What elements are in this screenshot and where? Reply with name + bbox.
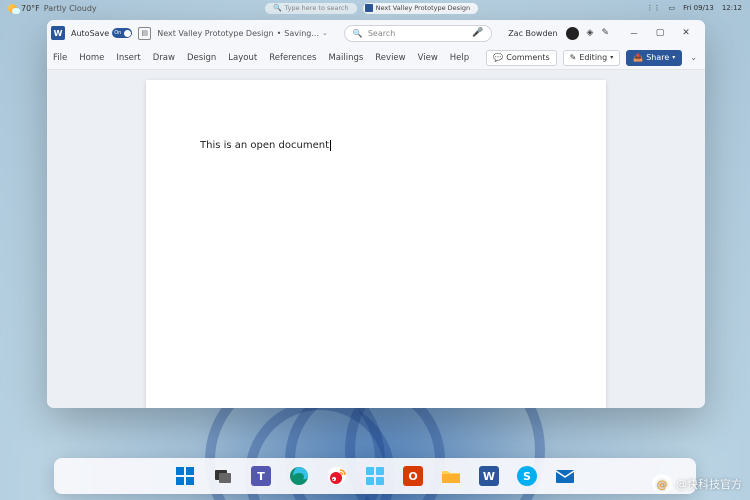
- user-name[interactable]: Zac Bowden: [508, 29, 557, 38]
- tab-help[interactable]: Help: [450, 53, 469, 63]
- teams-icon[interactable]: T: [251, 466, 271, 486]
- tab-mailings[interactable]: Mailings: [328, 53, 363, 63]
- maximize-button[interactable]: ▢: [647, 20, 673, 46]
- tab-home[interactable]: Home: [79, 53, 104, 63]
- chevron-down-icon: ▾: [610, 54, 613, 61]
- premium-icon[interactable]: ◈: [587, 28, 594, 38]
- skype-icon[interactable]: S: [517, 466, 537, 486]
- mic-icon[interactable]: 🎤: [472, 28, 483, 38]
- weather-temp[interactable]: 70°F: [21, 4, 40, 13]
- watermark: @ @快科技官方: [652, 474, 742, 494]
- weather-condition[interactable]: Partly Cloudy: [44, 4, 97, 13]
- weather-icon[interactable]: [8, 4, 17, 13]
- start-button[interactable]: [175, 466, 195, 486]
- comments-button[interactable]: 💬Comments: [486, 50, 556, 66]
- share-icon: 📤: [633, 53, 643, 62]
- pencil-icon: ✎: [570, 53, 577, 62]
- close-button[interactable]: ✕: [673, 20, 699, 46]
- tab-references[interactable]: References: [269, 53, 316, 63]
- share-button[interactable]: 📤Share▾: [626, 50, 682, 66]
- edge-icon[interactable]: [289, 466, 309, 486]
- titlebar: W AutoSave On ▤ Next Valley Prototype De…: [47, 20, 705, 46]
- weibo-icon[interactable]: [327, 466, 347, 486]
- document-page[interactable]: This is an open document: [146, 80, 606, 408]
- system-time[interactable]: 12:12: [722, 4, 742, 12]
- minimize-button[interactable]: －: [621, 20, 647, 46]
- word-logo-icon: W: [51, 26, 65, 40]
- wifi-icon[interactable]: ⋮⋮: [646, 4, 660, 12]
- system-search[interactable]: 🔍 Type here to search: [265, 3, 357, 14]
- taskbar: T O W S: [54, 458, 696, 494]
- widgets-icon[interactable]: [365, 466, 385, 486]
- tab-file[interactable]: File: [53, 53, 67, 63]
- tab-insert[interactable]: Insert: [116, 53, 140, 63]
- taskview-button[interactable]: [213, 466, 233, 486]
- office-icon[interactable]: O: [403, 466, 423, 486]
- autosave-toggle[interactable]: On: [112, 28, 132, 38]
- doc-name: Next Valley Prototype Design: [157, 29, 273, 38]
- word-window: W AutoSave On ▤ Next Valley Prototype De…: [47, 20, 705, 408]
- mail-icon[interactable]: [555, 466, 575, 486]
- autosave-control[interactable]: AutoSave On: [71, 28, 132, 38]
- system-date[interactable]: Fri 09/13: [683, 4, 714, 12]
- ribbon-collapse-icon[interactable]: ⌄: [688, 53, 699, 62]
- weibo-watermark-icon: @: [652, 474, 672, 494]
- document-title[interactable]: Next Valley Prototype Design • Saving...…: [157, 29, 328, 38]
- watermark-text: @快科技官方: [676, 476, 742, 492]
- chevron-down-icon[interactable]: ⌄: [322, 29, 328, 37]
- document-body-text[interactable]: This is an open document: [200, 140, 329, 151]
- active-app-pill[interactable]: Next Valley Prototype Design: [363, 3, 479, 14]
- ink-icon[interactable]: ✎: [601, 28, 609, 38]
- editing-mode-button[interactable]: ✎Editing▾: [563, 50, 621, 66]
- search-icon: 🔍: [273, 4, 282, 12]
- tab-draw[interactable]: Draw: [153, 53, 175, 63]
- save-icon[interactable]: ▤: [138, 27, 151, 40]
- comment-icon: 💬: [493, 53, 503, 62]
- tab-design[interactable]: Design: [187, 53, 216, 63]
- active-app-label: Next Valley Prototype Design: [376, 4, 471, 12]
- autosave-label: AutoSave: [71, 29, 109, 38]
- ribbon: File Home Insert Draw Design Layout Refe…: [47, 46, 705, 70]
- search-icon: 🔍: [353, 29, 363, 38]
- titlebar-search[interactable]: 🔍 Search 🎤: [344, 25, 492, 42]
- document-canvas[interactable]: This is an open document: [47, 70, 705, 408]
- chevron-down-icon: ▾: [672, 54, 675, 61]
- system-search-placeholder: Type here to search: [285, 4, 349, 12]
- tab-view[interactable]: View: [418, 53, 438, 63]
- word-mini-icon: [365, 4, 373, 12]
- battery-icon[interactable]: ▭: [668, 4, 675, 12]
- tab-layout[interactable]: Layout: [228, 53, 257, 63]
- titlebar-search-placeholder: Search: [368, 29, 467, 38]
- text-cursor: [330, 140, 331, 151]
- user-avatar[interactable]: [566, 27, 579, 40]
- doc-status: Saving...: [284, 29, 319, 38]
- system-menubar: 70°F Partly Cloudy 🔍 Type here to search…: [0, 0, 750, 16]
- tab-review[interactable]: Review: [375, 53, 405, 63]
- file-explorer-icon[interactable]: [441, 466, 461, 486]
- word-taskbar-icon[interactable]: W: [479, 466, 499, 486]
